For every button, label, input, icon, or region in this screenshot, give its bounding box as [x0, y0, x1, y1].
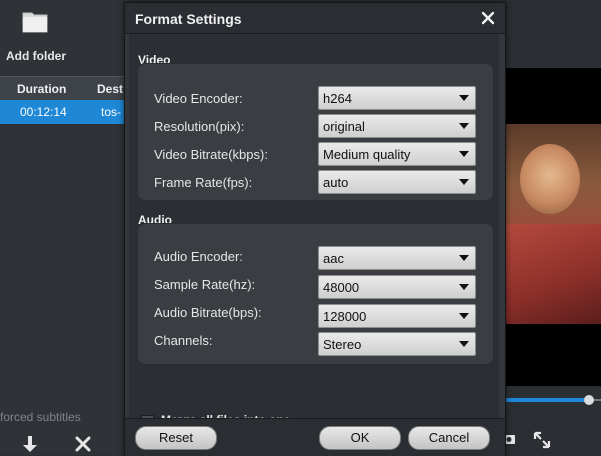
file-panel: Add folder Duration Dest 00:12:14 tos- f… [0, 0, 130, 455]
channels-label: Channels: [154, 333, 213, 348]
seek-bar-progress[interactable] [500, 398, 589, 402]
ok-button[interactable]: OK [319, 426, 401, 450]
arrow-down-icon[interactable] [20, 434, 40, 454]
row-destination: tos- [101, 105, 122, 119]
dialog-footer: Reset OK Cancel [125, 418, 505, 456]
video-bitrate-select[interactable]: Medium quality [318, 142, 476, 166]
sample-rate-select[interactable]: 48000 [318, 275, 476, 299]
video-bitrate-label: Video Bitrate(kbps): [154, 147, 268, 162]
table-row[interactable]: 00:12:14 tos- [0, 100, 130, 124]
add-folder-label: Add folder [6, 49, 66, 63]
cancel-button[interactable]: Cancel [408, 426, 490, 450]
resolution-select[interactable]: original [318, 114, 476, 138]
column-duration[interactable]: Duration [17, 82, 66, 96]
dialog-body: Video Video Encoder: h264 Resolution(pix… [129, 34, 499, 428]
audio-encoder-label: Audio Encoder: [154, 249, 243, 264]
fullscreen-icon[interactable] [533, 431, 551, 449]
sample-rate-label: Sample Rate(hz): [154, 277, 256, 292]
forced-subtitles-label: forced subtitles [0, 410, 81, 424]
add-folder-button[interactable]: Add folder [0, 0, 90, 70]
chevron-down-icon [459, 123, 469, 129]
file-table-header: Duration Dest [0, 76, 130, 102]
frame-rate-select[interactable]: auto [318, 170, 476, 194]
delete-icon[interactable] [73, 434, 93, 454]
dialog-title-bar: Format Settings [125, 3, 505, 34]
chevron-down-icon [459, 151, 469, 157]
channels-select[interactable]: Stereo [318, 332, 476, 356]
reset-button[interactable]: Reset [135, 426, 217, 450]
video-encoder-label: Video Encoder: [154, 91, 243, 106]
close-icon[interactable] [479, 9, 497, 27]
video-encoder-select[interactable]: h264 [318, 86, 476, 110]
frame-rate-label: Frame Rate(fps): [154, 175, 253, 190]
video-frame-figure [500, 224, 601, 324]
chevron-down-icon [459, 95, 469, 101]
column-destination[interactable]: Dest [97, 82, 123, 96]
chevron-down-icon [459, 284, 469, 290]
audio-bitrate-label: Audio Bitrate(bps): [154, 305, 262, 320]
audio-encoder-select[interactable]: aac [318, 246, 476, 270]
chevron-down-icon [459, 179, 469, 185]
video-preview-frame [500, 124, 601, 324]
dialog-title: Format Settings [135, 11, 242, 27]
chevron-down-icon [459, 255, 469, 261]
resolution-label: Resolution(pix): [154, 119, 245, 134]
chevron-down-icon [459, 313, 469, 319]
video-frame-face [520, 144, 580, 214]
audio-group: Audio Encoder: aac Sample Rate(hz): 4800… [137, 223, 494, 365]
folder-icon [22, 12, 48, 33]
format-settings-dialog: Format Settings Video Video Encoder: h26… [124, 2, 506, 456]
chevron-down-icon [459, 341, 469, 347]
row-duration: 00:12:14 [20, 105, 67, 119]
audio-bitrate-select[interactable]: 128000 [318, 304, 476, 328]
video-group: Video Encoder: h264 Resolution(pix): ori… [137, 63, 494, 201]
seek-bar-handle[interactable] [584, 395, 594, 405]
